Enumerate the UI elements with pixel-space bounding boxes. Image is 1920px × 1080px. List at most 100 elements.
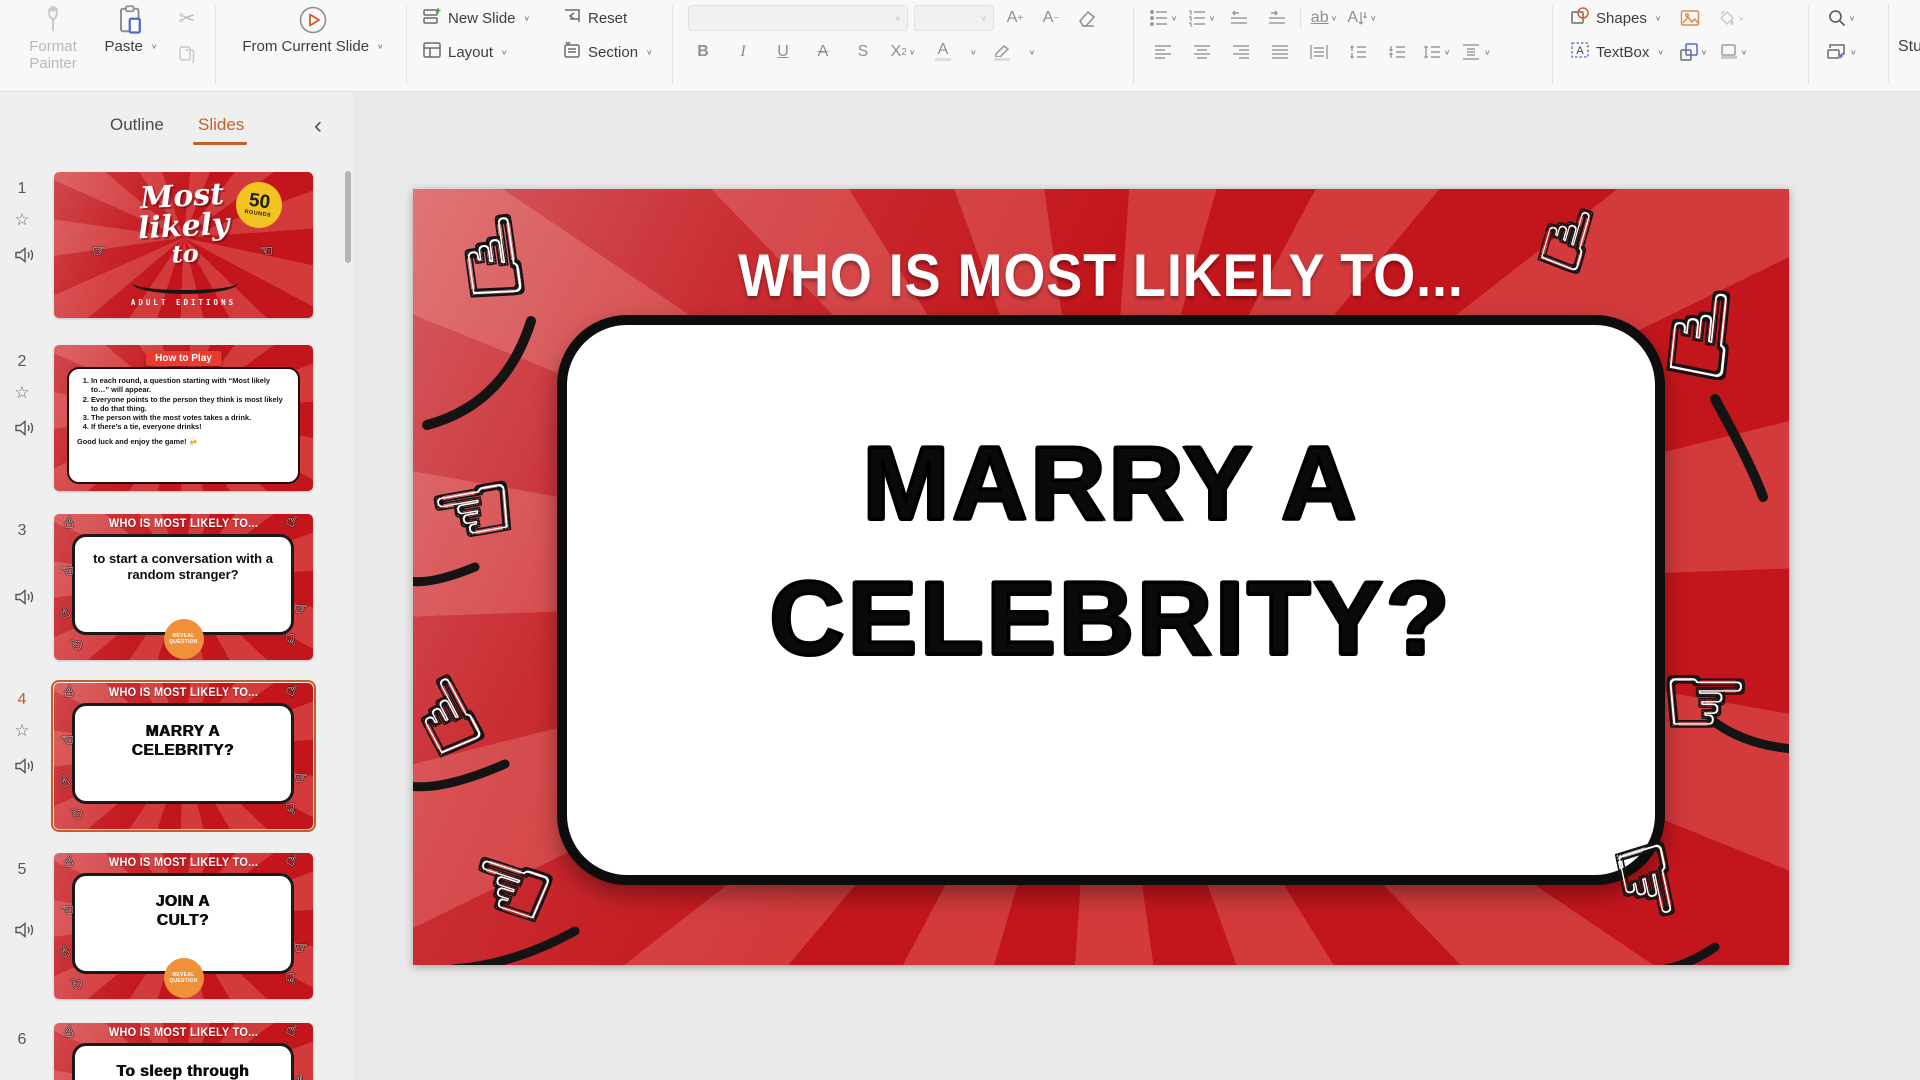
slide-thumbnail-1[interactable]: Most likely to ☞ ☜ 50 ROUNDS ADULT EDITI… bbox=[54, 172, 313, 318]
slideshow-group: From Current Slide∨ bbox=[228, 0, 398, 92]
spacing-up-icon bbox=[1348, 44, 1368, 60]
increase-spacing-button[interactable] bbox=[1343, 38, 1373, 66]
font-name-combo[interactable]: ∨ bbox=[688, 5, 908, 31]
slide-number-selected: 4 bbox=[0, 691, 44, 709]
layout-button[interactable]: Layout∨ bbox=[418, 38, 558, 66]
slide-thumbnail-2[interactable]: How to Play In each round, a question st… bbox=[54, 345, 313, 491]
ribbon: Format Painter Paste∨ ✂ bbox=[0, 0, 1920, 92]
slide-thumbnail-4-selected[interactable]: WHO IS MOST LIKELY TO... ☝ ☝ ☜ ☝ ☜ ☞ ☟ M… bbox=[54, 683, 313, 829]
question-card[interactable]: MARRY A CELEBRITY? bbox=[557, 315, 1665, 885]
slide-size-button[interactable]: ∨ bbox=[1826, 38, 1857, 66]
bullets-button[interactable]: ∨ bbox=[1148, 4, 1178, 32]
line-spacing-button[interactable]: ∨ bbox=[1421, 38, 1451, 66]
ribbon-divider bbox=[1552, 6, 1553, 84]
ribbon-divider bbox=[215, 6, 216, 84]
copy-button[interactable] bbox=[172, 40, 202, 68]
question-textbox[interactable]: MARRY A CELEBRITY? bbox=[567, 325, 1655, 687]
slide-number: 1 bbox=[0, 180, 44, 198]
bullet-list-icon bbox=[1149, 9, 1169, 27]
reset-button[interactable]: Reset bbox=[558, 4, 631, 32]
caret-down-icon: ∨ bbox=[980, 14, 987, 23]
decrease-indent-button[interactable] bbox=[1224, 4, 1254, 32]
slide-thumbnail-3[interactable]: WHO IS MOST LIKELY TO... ☝ ☝ ☜ ☝ ☜ ☞ ☟ t… bbox=[54, 514, 313, 660]
text-direction-button[interactable]: ab ∨ bbox=[1309, 4, 1339, 32]
arrange-button[interactable]: ∨ bbox=[1678, 38, 1708, 66]
highlight-button[interactable] bbox=[987, 38, 1017, 66]
caret-down-icon: ∨ bbox=[151, 42, 158, 51]
vertical-align-button[interactable]: ∨ bbox=[1460, 38, 1491, 66]
textbox-button[interactable]: A TextBox∨ bbox=[1566, 38, 1668, 66]
slide-thumbnail-5[interactable]: WHO IS MOST LIKELY TO... ☝ ☝ ☜ ☝ ☜ ☞ ☟ J… bbox=[54, 853, 313, 999]
superscript-button[interactable]: X2 ∨ bbox=[888, 38, 918, 66]
pointing-hand-icon: ☜ bbox=[66, 806, 84, 825]
tab-slides[interactable]: Slides bbox=[198, 115, 244, 135]
picture-frame-button[interactable]: ∨ bbox=[1718, 38, 1748, 66]
from-current-slide-button[interactable]: From Current Slide∨ bbox=[228, 0, 398, 55]
ribbon-divider bbox=[1133, 6, 1134, 84]
insert-picture-button[interactable] bbox=[1675, 4, 1705, 32]
audio-speaker-icon bbox=[14, 921, 36, 944]
strikethrough-button[interactable]: A bbox=[808, 38, 838, 66]
rule-item: If there’s a tie, everyone drinks! bbox=[91, 422, 290, 431]
new-slide-button[interactable]: New Slide∨ bbox=[418, 4, 558, 32]
collapse-panel-icon[interactable]: ‹ bbox=[314, 112, 322, 140]
increase-indent-button[interactable] bbox=[1262, 4, 1292, 32]
align-right-button[interactable] bbox=[1226, 38, 1256, 66]
align-center-button[interactable] bbox=[1187, 38, 1217, 66]
align-left-icon bbox=[1154, 44, 1172, 60]
find-view-group: ∨ ∨ Stu bbox=[1820, 0, 1920, 92]
caret-down-icon: ∨ bbox=[1741, 48, 1748, 57]
pointing-hand-icon: ☝ bbox=[57, 944, 73, 963]
reset-icon bbox=[562, 6, 582, 30]
slide-number: 6 bbox=[0, 1031, 44, 1049]
caret-down-icon: ∨ bbox=[646, 48, 653, 57]
grow-font-button[interactable]: A+ bbox=[1000, 4, 1030, 32]
highlight-color-swatch bbox=[994, 58, 1010, 61]
shape-fill-button[interactable]: ∨ bbox=[1715, 4, 1745, 32]
numbering-button[interactable]: ∨ bbox=[1186, 4, 1216, 32]
decrease-spacing-button[interactable] bbox=[1382, 38, 1412, 66]
find-button[interactable]: ∨ bbox=[1826, 4, 1856, 32]
paste-button[interactable]: Paste∨ bbox=[98, 0, 164, 55]
bold-button[interactable]: B bbox=[688, 38, 718, 66]
pointing-hand-icon: ☜ bbox=[60, 903, 74, 919]
justify-button[interactable] bbox=[1265, 38, 1295, 66]
shapes-button[interactable]: Shapes∨ bbox=[1566, 4, 1665, 32]
caret-down-icon: ∨ bbox=[1849, 14, 1856, 23]
font-size-combo[interactable]: ∨ bbox=[914, 5, 994, 31]
question-line-2: CELEBRITY? bbox=[567, 552, 1655, 687]
slide-rail-1: 1 ☆ bbox=[0, 172, 54, 319]
italic-button[interactable]: I bbox=[728, 38, 758, 66]
font-group: ∨ ∨ A+ A− B bbox=[688, 0, 1128, 92]
tab-outline[interactable]: Outline bbox=[110, 115, 164, 135]
align-left-button[interactable] bbox=[1148, 38, 1178, 66]
underline-button[interactable]: U bbox=[768, 38, 798, 66]
distribute-text-button[interactable] bbox=[1304, 38, 1334, 66]
caret-down-icon: ∨ bbox=[1171, 14, 1178, 23]
pointing-hand-icon: ☟ bbox=[285, 802, 297, 819]
fill-bucket-icon bbox=[1716, 9, 1736, 27]
insert-group: Shapes∨ ∨ bbox=[1566, 0, 1806, 92]
text-shadow-button[interactable]: S bbox=[848, 38, 878, 66]
caret-down-icon: ∨ bbox=[970, 48, 977, 57]
current-slide[interactable]: WHO IS MOST LIKELY TO... MARRY A CELEBRI… bbox=[413, 189, 1789, 965]
question-text: JOIN ACULT? bbox=[75, 876, 291, 931]
shrink-font-button[interactable]: A− bbox=[1036, 4, 1066, 32]
mini-slide-header: WHO IS MOST LIKELY TO... bbox=[60, 857, 306, 869]
up-down-arrows-icon bbox=[1358, 10, 1368, 26]
mini-slide-header: WHO IS MOST LIKELY TO... bbox=[60, 687, 306, 699]
slide-row-4: 4 ☆ WHO IS MOST LIKELY TO... ☝ ☝ ☜ ☝ ☜ ☞… bbox=[0, 683, 353, 830]
slide-row-3: 3 WHO IS MOST LIKELY TO... ☝ ☝ ☜ ☝ ☜ ☞ ☟… bbox=[0, 514, 353, 661]
cut-button[interactable]: ✂ bbox=[172, 4, 202, 32]
text-orientation-button[interactable]: A ∨ bbox=[1347, 4, 1377, 32]
slide-thumbnail-6[interactable]: WHO IS MOST LIKELY TO... ☝ ☝ ☝ To sleep … bbox=[54, 1023, 313, 1080]
rule-item: The person with the most votes takes a d… bbox=[91, 413, 290, 422]
format-painter-button[interactable]: Format Painter bbox=[14, 0, 92, 72]
slide-size-icon bbox=[1826, 42, 1848, 62]
font-color-button[interactable]: A bbox=[928, 38, 958, 66]
rule-item: Everyone points to the person they think… bbox=[91, 395, 290, 414]
studio-label-clipped[interactable]: Stu bbox=[1898, 38, 1920, 56]
clear-formatting-button[interactable] bbox=[1072, 4, 1102, 32]
section-button[interactable]: Section∨ bbox=[558, 38, 657, 66]
cut-copy-column: ✂ bbox=[172, 4, 202, 68]
